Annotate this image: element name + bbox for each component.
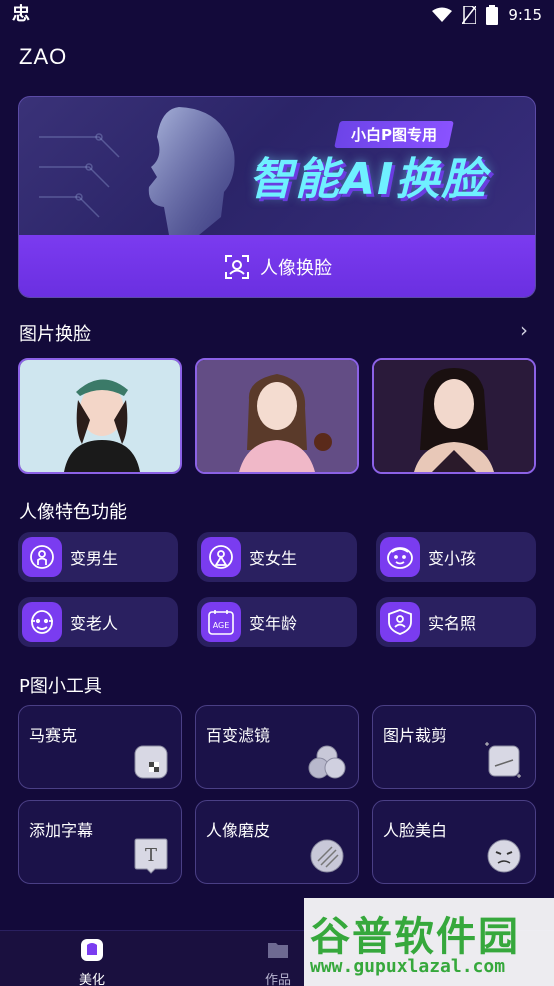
smooth-skin-icon bbox=[310, 839, 344, 873]
tool-label: 百变滤镜 bbox=[206, 726, 271, 745]
feature-id-photo[interactable]: 实名照 bbox=[376, 597, 536, 647]
feature-label: 变男生 bbox=[70, 549, 119, 568]
photo-template-1[interactable] bbox=[18, 358, 182, 474]
feature-become-male[interactable]: 变男生 bbox=[18, 532, 178, 582]
chevron-right-icon[interactable]: › bbox=[520, 318, 528, 342]
nav-tab-beautify[interactable]: 美化 bbox=[76, 937, 108, 986]
tool-skin-smoothing[interactable]: 人像磨皮 bbox=[195, 800, 359, 884]
tool-add-subtitle[interactable]: 添加字幕 T bbox=[18, 800, 182, 884]
ai-head-illustration bbox=[39, 107, 235, 235]
watermark-url: www.gupuxlazal.com bbox=[310, 956, 506, 977]
feature-become-elder[interactable]: 变老人 bbox=[18, 597, 178, 647]
watermark-title: 谷普软件园 bbox=[310, 914, 520, 960]
elder-face-icon bbox=[22, 602, 62, 642]
clock: 9:15 bbox=[508, 6, 542, 24]
photo-template-2[interactable] bbox=[195, 358, 359, 474]
section-title-portrait-features: 人像特色功能 bbox=[19, 502, 127, 523]
face-swap-banner[interactable]: 小白P图专用 智能AI换脸 人像换脸 bbox=[18, 96, 536, 298]
beautify-icon bbox=[81, 939, 103, 961]
feature-become-female[interactable]: 变女生 bbox=[197, 532, 357, 582]
tool-label: 添加字幕 bbox=[29, 821, 94, 840]
nav-label: 美化 bbox=[78, 973, 105, 986]
male-icon bbox=[22, 537, 62, 577]
feature-change-age[interactable]: AGE 变年龄 bbox=[197, 597, 357, 647]
svg-text:忠: 忠 bbox=[12, 4, 30, 23]
tool-filters[interactable]: 百变滤镜 bbox=[195, 705, 359, 789]
feature-label: 变小孩 bbox=[428, 549, 477, 568]
id-photo-icon bbox=[380, 602, 420, 642]
photo-template-3[interactable] bbox=[372, 358, 536, 474]
tool-label: 人像磨皮 bbox=[206, 821, 271, 840]
svg-text:AGE: AGE bbox=[213, 621, 230, 630]
status-indicators: 9:15 bbox=[432, 5, 542, 25]
feature-label: 实名照 bbox=[428, 614, 477, 633]
age-calendar-icon: AGE bbox=[201, 602, 241, 642]
nav-label: 作品 bbox=[264, 973, 291, 986]
filter-icon bbox=[308, 745, 346, 779]
face-scan-icon bbox=[225, 255, 249, 279]
tool-label: 马赛克 bbox=[29, 726, 78, 745]
site-watermark: 谷普软件园 www.gupuxlazal.com bbox=[304, 898, 554, 986]
whitening-face-icon bbox=[487, 839, 521, 873]
svg-text:T: T bbox=[145, 845, 157, 866]
subtitle-icon: T bbox=[134, 838, 168, 874]
app-notification-icon: 忠 bbox=[12, 3, 34, 28]
battery-icon bbox=[486, 5, 499, 25]
banner-title: 智能AI换脸 bbox=[249, 154, 488, 205]
photo-template-row bbox=[18, 358, 536, 474]
feature-become-child[interactable]: 变小孩 bbox=[376, 532, 536, 582]
folder-icon bbox=[268, 943, 288, 958]
female-icon bbox=[201, 537, 241, 577]
feature-label: 变女生 bbox=[249, 549, 298, 568]
crop-icon bbox=[485, 742, 521, 778]
no-sim-icon bbox=[462, 6, 477, 24]
tool-mosaic[interactable]: 马赛克 bbox=[18, 705, 182, 789]
child-face-icon bbox=[380, 537, 420, 577]
section-title-tools: P图小工具 bbox=[19, 676, 102, 697]
app-title: ZAO bbox=[19, 44, 68, 69]
nav-tab-works[interactable]: 作品 bbox=[262, 937, 294, 986]
mosaic-icon bbox=[134, 745, 168, 779]
feature-label: 变老人 bbox=[70, 614, 119, 633]
tool-face-whitening[interactable]: 人脸美白 bbox=[372, 800, 536, 884]
tool-label: 图片裁剪 bbox=[383, 726, 448, 745]
status-bar: 忠 9:15 bbox=[0, 0, 554, 30]
wifi-icon bbox=[432, 7, 453, 22]
feature-label: 变年龄 bbox=[249, 614, 298, 633]
tool-label: 人脸美白 bbox=[383, 821, 448, 840]
face-swap-button-label: 人像换脸 bbox=[260, 258, 332, 279]
portrait-face-swap-button[interactable]: 人像换脸 bbox=[19, 235, 535, 297]
tool-crop[interactable]: 图片裁剪 bbox=[372, 705, 536, 789]
section-title-photo-face-swap: 图片换脸 bbox=[19, 324, 91, 345]
